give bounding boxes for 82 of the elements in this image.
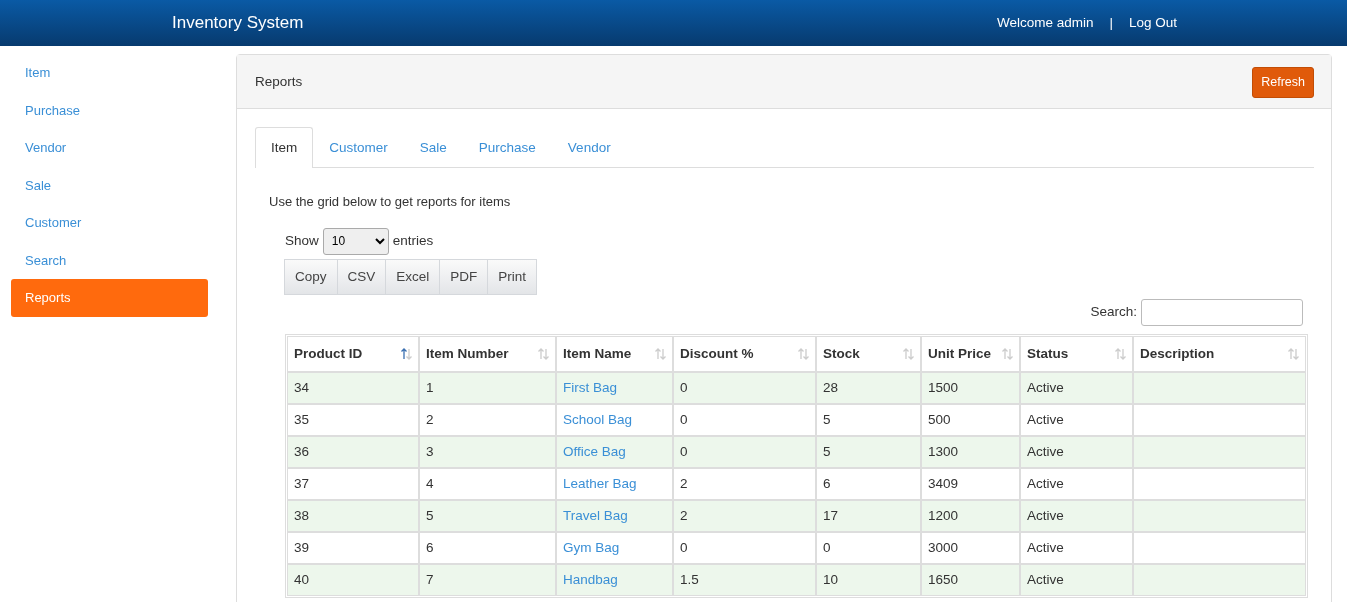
table-cell: 1.5 (674, 565, 815, 595)
table-cell: 2 (674, 469, 815, 499)
export-button[interactable]: Copy (284, 258, 338, 295)
search-label: Search: (1090, 303, 1137, 322)
tab[interactable]: Purchase (462, 126, 552, 168)
app-title: Inventory System (172, 12, 304, 35)
table-cell: Active (1021, 469, 1132, 499)
welcome-text: Welcome admin (996, 13, 1094, 32)
item-name-link[interactable]: School Bag (563, 411, 633, 427)
table-cell: 37 (288, 469, 418, 499)
column-header[interactable]: Stock (817, 336, 920, 371)
separator-text: | (1109, 13, 1113, 32)
search-field[interactable] (1141, 298, 1303, 326)
table-cell: 5 (817, 437, 920, 467)
panel-title: Reports (255, 73, 303, 92)
table-cell: Active (1021, 405, 1132, 435)
table-cell: 0 (674, 533, 815, 563)
table-cell: 3000 (922, 533, 1019, 563)
table-cell: 5 (817, 405, 920, 435)
sidebar-item[interactable]: Reports (11, 279, 208, 317)
column-header[interactable]: Status (1021, 336, 1132, 371)
table-cell: 2 (674, 501, 815, 531)
table-cell: 0 (674, 437, 815, 467)
table-cell: 35 (288, 405, 418, 435)
table-cell: 0 (674, 373, 815, 403)
tab[interactable]: Item (255, 126, 314, 168)
export-button[interactable]: CSV (336, 258, 387, 295)
table-cell: 28 (817, 373, 920, 403)
table-cell: Active (1021, 373, 1132, 403)
table-cell: Active (1021, 501, 1132, 531)
export-button[interactable]: Print (487, 258, 538, 295)
sidebar-item[interactable]: Sale (11, 166, 208, 204)
column-header[interactable]: Discount % (674, 336, 815, 371)
column-header[interactable]: Product ID (288, 336, 418, 371)
tab[interactable]: Customer (313, 126, 404, 168)
item-name-link[interactable]: Gym Bag (563, 539, 620, 555)
table-cell: 3 (420, 437, 555, 467)
tab[interactable]: Vendor (551, 126, 627, 168)
table-cell: 17 (817, 501, 920, 531)
table-cell: 10 (817, 565, 920, 595)
table-cell: 40 (288, 565, 418, 595)
intro-text: Use the grid below to get reports for items (269, 193, 512, 211)
table-cell: 5 (420, 501, 555, 531)
sidebar-item[interactable]: Search (11, 241, 208, 279)
logout-link[interactable]: Log Out (1128, 12, 1177, 34)
entries-select[interactable]: 10 (322, 227, 389, 255)
table-cell: 1300 (922, 437, 1019, 467)
table-cell: 34 (288, 373, 418, 403)
table-cell: 39 (288, 533, 418, 563)
export-button[interactable]: Excel (385, 258, 441, 295)
sidebar-item[interactable]: Customer (11, 204, 208, 242)
column-header[interactable]: Item Name (557, 336, 672, 371)
sidebar-item[interactable]: Item (11, 54, 208, 92)
table-cell: 6 (817, 469, 920, 499)
show-label: Show (285, 231, 319, 250)
item-name-link[interactable]: Leather Bag (563, 475, 637, 491)
table-cell: 2 (420, 405, 555, 435)
table-cell: 7 (420, 565, 555, 595)
table-cell: Active (1021, 533, 1132, 563)
export-button[interactable]: PDF (439, 258, 489, 295)
column-header[interactable]: Description (1134, 336, 1305, 371)
table-cell: 0 (817, 533, 920, 563)
table-cell: 1 (420, 373, 555, 403)
table-cell: 36 (288, 437, 418, 467)
sidebar-item[interactable]: Purchase (11, 91, 208, 129)
table-cell: Active (1021, 437, 1132, 467)
table-cell: 6 (420, 533, 555, 563)
tab[interactable]: Sale (403, 126, 463, 168)
table-cell: 1500 (922, 373, 1019, 403)
column-header[interactable]: Unit Price (922, 336, 1019, 371)
table-cell: 1200 (922, 501, 1019, 531)
refresh-button[interactable]: Refresh (1252, 67, 1314, 98)
table-cell: 38 (288, 501, 418, 531)
table-cell: 500 (922, 405, 1019, 435)
table-cell: 4 (420, 469, 555, 499)
table-cell: 3409 (922, 469, 1019, 499)
entries-label: entries (392, 231, 434, 250)
column-header[interactable]: Item Number (420, 336, 555, 371)
table-cell: Active (1021, 565, 1132, 595)
table-cell: 0 (674, 405, 815, 435)
sidebar-item[interactable]: Vendor (11, 129, 208, 167)
table-cell: 1650 (922, 565, 1019, 595)
